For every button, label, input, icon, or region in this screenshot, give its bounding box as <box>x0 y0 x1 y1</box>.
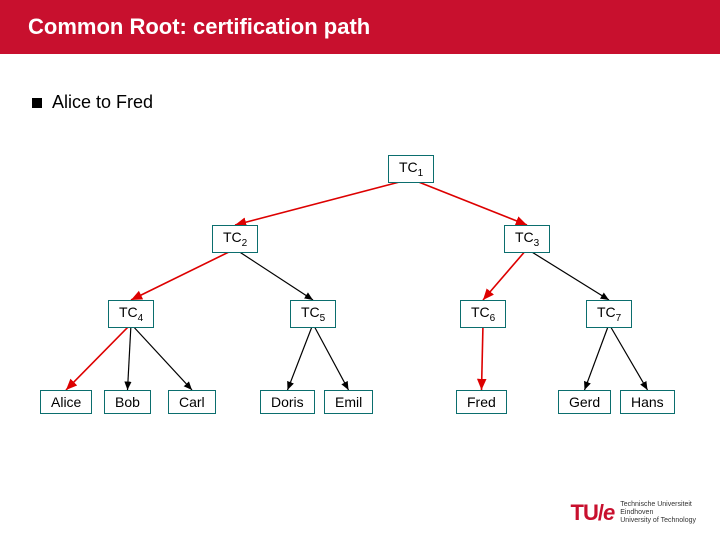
tree-node-bob: Bob <box>104 390 151 414</box>
edge-TC4-Bob <box>128 324 132 390</box>
logo-text: Technische Universiteit Eindhoven Univer… <box>620 501 696 525</box>
logo-mark: TU/e <box>571 500 615 526</box>
edge-TC1-TC2 <box>235 179 411 225</box>
edge-TC7-Gerd <box>585 324 610 390</box>
edge-TC5-Emil <box>313 324 349 390</box>
subtitle-row: Alice to Fred <box>32 92 688 113</box>
tree-node-tc4: TC4 <box>108 300 154 328</box>
tree-diagram: TC1 TC2 TC3 TC4 TC5 TC6 TC7 Alice Bob Carl Doris Em… <box>0 155 720 475</box>
logo-line3: University of Technology <box>620 517 696 525</box>
tree-node-emil: Emil <box>324 390 373 414</box>
tree-node-doris: Doris <box>260 390 315 414</box>
logo-e: e <box>603 500 614 525</box>
edge-TC5-Doris <box>288 324 314 390</box>
tree-node-alice: Alice <box>40 390 92 414</box>
edge-TC4-Alice <box>66 324 131 390</box>
tree-node-tc1: TC1 <box>388 155 434 183</box>
university-logo: TU/e Technische Universiteit Eindhoven U… <box>571 500 696 526</box>
edge-TC2-TC4 <box>131 249 235 300</box>
slide-header: Common Root: certification path <box>0 0 720 54</box>
tree-node-hans: Hans <box>620 390 675 414</box>
tree-node-carl: Carl <box>168 390 216 414</box>
logo-tu: TU <box>571 500 598 525</box>
logo-line1: Technische Universiteit <box>620 501 696 509</box>
edge-TC2-TC5 <box>235 249 313 300</box>
tree-node-gerd: Gerd <box>558 390 611 414</box>
edge-TC3-TC6 <box>483 249 527 300</box>
subtitle-text: Alice to Fred <box>52 92 153 113</box>
edge-TC3-TC7 <box>527 249 609 300</box>
tree-node-tc2: TC2 <box>212 225 258 253</box>
tree-node-fred: Fred <box>456 390 507 414</box>
tree-node-tc5: TC5 <box>290 300 336 328</box>
edge-TC1-TC3 <box>411 179 527 225</box>
tree-node-tc6: TC6 <box>460 300 506 328</box>
slide-title: Common Root: certification path <box>28 14 370 39</box>
edge-TC7-Hans <box>609 324 648 390</box>
bullet-icon <box>32 98 42 108</box>
tree-node-tc3: TC3 <box>504 225 550 253</box>
logo-line2: Eindhoven <box>620 509 696 517</box>
tree-node-tc7: TC7 <box>586 300 632 328</box>
edge-TC4-Carl <box>131 324 192 390</box>
edge-TC6-Fred <box>482 324 484 390</box>
